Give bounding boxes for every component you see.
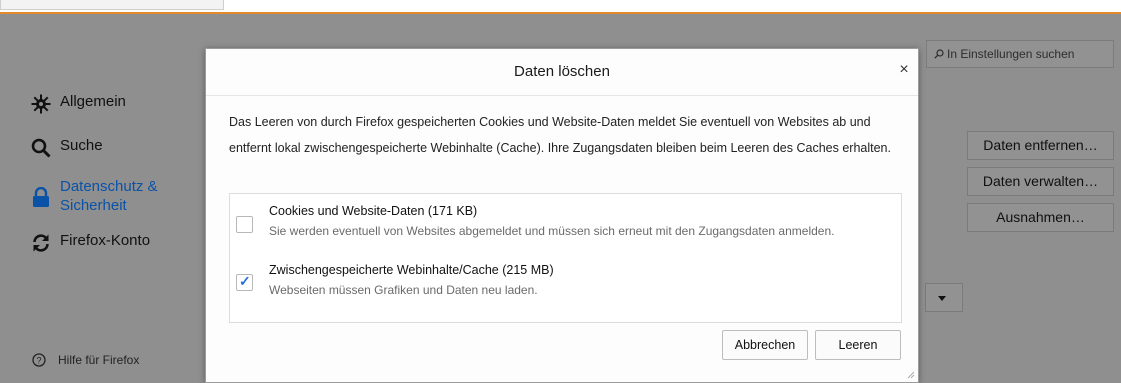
resize-grip-icon[interactable] <box>907 371 915 379</box>
cache-option-label: Zwischengespeicherte Webinhalte/Cache (2… <box>269 263 554 277</box>
dialog-title: Daten löschen <box>206 49 918 96</box>
gear-icon <box>30 93 52 115</box>
top-bar <box>0 0 1121 12</box>
sync-icon <box>30 232 52 254</box>
exceptions-button[interactable]: Ausnahmen… <box>967 203 1114 232</box>
sidebar-item-label: Datenschutz & Sicherheit <box>60 177 158 215</box>
settings-search-input[interactable]: In Einstellungen suchen <box>926 40 1114 68</box>
sidebar-item-firefox-account[interactable]: Firefox-Konto <box>30 232 150 254</box>
options-list: Cookies und Website-Daten (171 KB) Sie w… <box>229 193 902 323</box>
cache-checkbox[interactable]: ✓ <box>236 273 253 291</box>
cookies-checkbox[interactable] <box>236 216 253 233</box>
cancel-button[interactable]: Abbrechen <box>722 330 808 360</box>
sidebar-item-general[interactable]: Allgemein <box>30 93 126 115</box>
help-icon: ? <box>32 353 46 367</box>
dropdown-select[interactable] <box>925 283 963 312</box>
remove-data-button[interactable]: Daten entfernen… <box>967 131 1114 160</box>
cookies-option-label: Cookies und Website-Daten (171 KB) <box>269 204 478 218</box>
preferences-page: In Einstellungen suchen Allgemein Suche … <box>0 12 1121 383</box>
chevron-down-icon <box>938 296 946 301</box>
clear-button[interactable]: Leeren <box>815 330 901 360</box>
search-icon <box>934 49 944 59</box>
cache-option-description: Webseiten müssen Grafiken und Daten neu … <box>269 283 538 297</box>
sidebar-item-search[interactable]: Suche <box>30 137 103 159</box>
checkmark-icon: ✓ <box>239 273 251 289</box>
sidebar-item-label: Firefox-Konto <box>60 232 151 249</box>
sidebar-item-label: Allgemein <box>60 93 126 110</box>
close-icon[interactable]: × <box>897 62 911 78</box>
tab-stub[interactable] <box>0 0 224 10</box>
sidebar-item-label-line2: Sicherheit <box>60 197 127 214</box>
sidebar-item-privacy[interactable]: Datenschutz & Sicherheit <box>30 177 158 215</box>
settings-search-placeholder: In Einstellungen suchen <box>947 47 1075 61</box>
manage-data-button[interactable]: Daten verwalten… <box>967 167 1114 196</box>
lock-icon <box>30 186 52 208</box>
cookies-option-description: Sie werden eventuell von Websites abgeme… <box>269 224 835 238</box>
sidebar-item-label-line1: Datenschutz & <box>60 178 158 195</box>
sidebar-item-label: Suche <box>60 137 103 154</box>
dialog-description: Das Leeren von durch Firefox gespeichert… <box>229 115 891 155</box>
search-icon <box>30 137 52 159</box>
clear-data-dialog: Daten löschen × Das Leeren von durch Fir… <box>205 48 919 383</box>
svg-text:?: ? <box>36 356 41 366</box>
help-label: Hilfe für Firefox <box>58 353 140 367</box>
help-link[interactable]: ? Hilfe für Firefox <box>32 353 139 367</box>
